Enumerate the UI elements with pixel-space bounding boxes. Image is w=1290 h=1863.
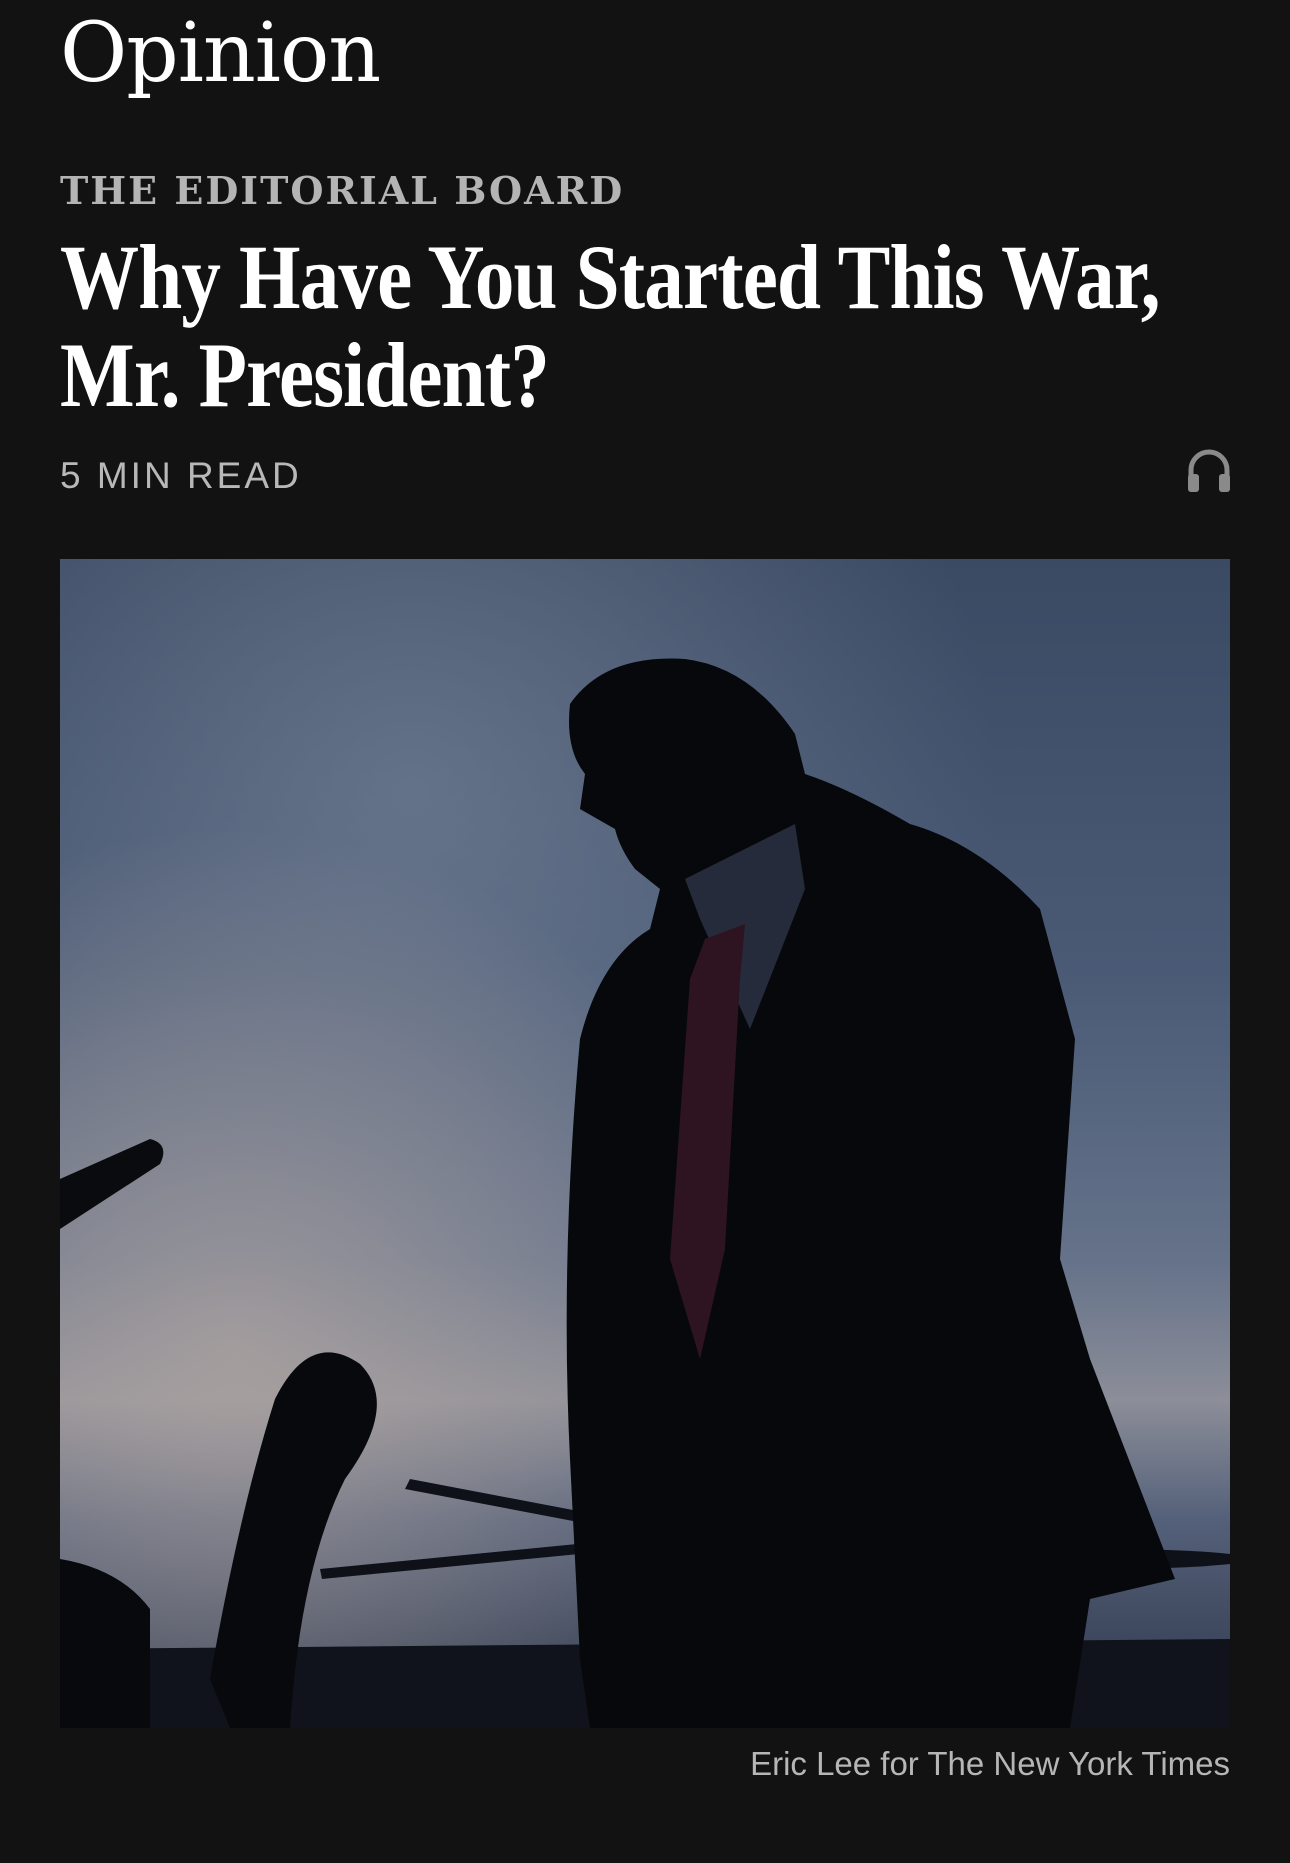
lead-photo[interactable] (60, 559, 1230, 1728)
read-time: 5 MIN READ (60, 455, 302, 496)
section-label[interactable]: Opinion (60, 4, 381, 104)
headphones-icon (1188, 449, 1230, 492)
article-headline: Why Have You Started This War, Mr. Presi… (60, 226, 1161, 426)
listen-button[interactable] (1186, 446, 1232, 494)
byline-kicker[interactable]: THE EDITORIAL BOARD (60, 166, 624, 216)
photo-credit: Eric Lee for The New York Times (750, 1745, 1230, 1782)
silhouette-photo (60, 559, 1230, 1728)
